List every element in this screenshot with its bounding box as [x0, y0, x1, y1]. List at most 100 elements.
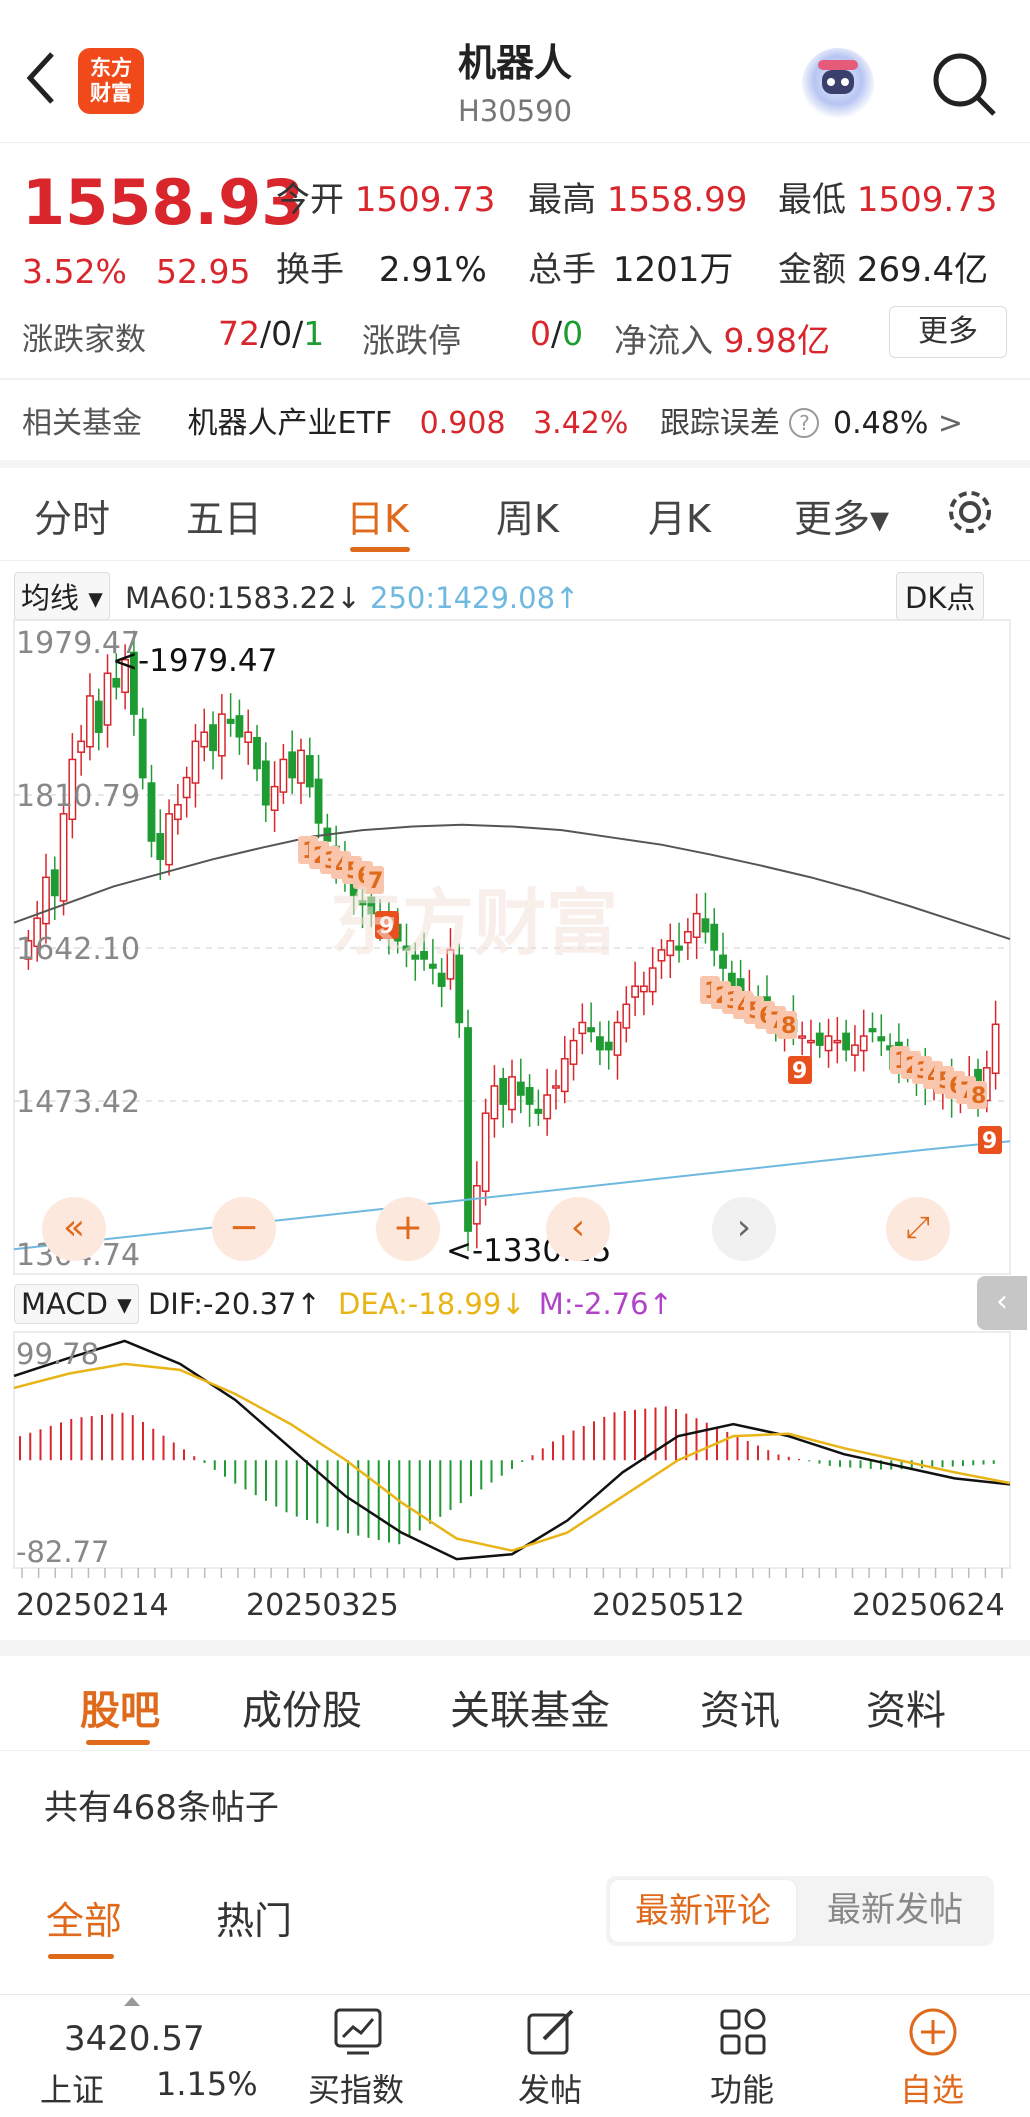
limit-sep: / [551, 314, 563, 353]
tab-monthly-k[interactable]: 月K [648, 488, 711, 543]
candle [173, 804, 182, 821]
candle [719, 954, 727, 969]
compose-icon[interactable] [526, 2007, 576, 2057]
candlestick-chart[interactable]: 12345679123456789123456789 1979.471810.7… [0, 618, 1030, 1278]
candle [868, 1028, 877, 1033]
add-watchlist-icon[interactable] [908, 2007, 958, 2057]
breadth-up: 72 [218, 314, 260, 353]
fullscreen-icon[interactable]: ⤢ [886, 1197, 950, 1261]
expand-up-icon[interactable] [124, 1997, 140, 2006]
watchlist-button[interactable]: 自选 [900, 2065, 964, 2111]
candle [112, 677, 121, 688]
index-value[interactable]: 3420.57 [64, 2019, 205, 2059]
zoom-in-icon[interactable]: + [376, 1197, 440, 1261]
high-value: 1558.99 [606, 180, 748, 220]
tab-daily-k[interactable]: 日K [346, 488, 409, 543]
pan-left-fast-icon[interactable]: « [42, 1197, 106, 1261]
breadth-down: 1 [303, 314, 325, 353]
ma-select[interactable]: 均线 ▾ [14, 572, 110, 620]
assistant-avatar-icon[interactable] [802, 48, 874, 120]
chevron-right-icon[interactable]: > [938, 406, 963, 441]
related-fund-row[interactable]: 相关基金 机器人产业ETF 0.908 3.42% 跟踪误差 ? 0.48% > [22, 398, 963, 442]
candle [86, 695, 94, 748]
tab-guba[interactable]: 股吧 [80, 1678, 160, 1736]
amount-label: 金额 [778, 250, 846, 290]
settings-gear-icon[interactable] [944, 486, 996, 538]
candle [226, 718, 235, 724]
candle [877, 1036, 886, 1042]
macd-ymin: -82.77 [16, 1535, 110, 1569]
candle [578, 1021, 587, 1035]
dk-point-toggle[interactable]: DK点 [896, 572, 985, 620]
buy-index-button[interactable]: 买指数 [308, 2065, 404, 2111]
candle [991, 1023, 1000, 1075]
pan-right-icon[interactable]: › [712, 1197, 776, 1261]
high-price-annotation: <-1979.47 [112, 643, 277, 679]
x-tick-label: 20250214 [16, 1588, 169, 1623]
candle [648, 967, 657, 993]
candle [94, 700, 103, 733]
candle [499, 1077, 508, 1105]
y-tick-label: 1810.79 [16, 779, 140, 814]
candle [613, 1021, 622, 1056]
zoom-out-icon[interactable]: − [212, 1197, 276, 1261]
breadth-sep: / [260, 314, 272, 353]
breadth-label: 涨跌家数 [22, 322, 146, 358]
tab-five-day[interactable]: 五日 [186, 488, 262, 543]
candle [560, 1058, 569, 1093]
trend-chart-icon[interactable] [333, 2007, 383, 2057]
section-gap [0, 1640, 1030, 1656]
tab-weekly-k[interactable]: 周K [496, 488, 559, 543]
filter-hot[interactable]: 热门 [216, 1890, 292, 1945]
dk-marker-label: 9 [982, 1129, 997, 1154]
tab-news[interactable]: 资讯 [700, 1678, 780, 1736]
candle [235, 715, 244, 738]
post-count: 共有468条帖子 [44, 1788, 279, 1828]
candle [516, 1081, 525, 1096]
macd-ymax: 99.78 [16, 1337, 99, 1371]
tab-constituents[interactable]: 成份股 [242, 1678, 362, 1736]
candle [77, 740, 86, 753]
candle [455, 954, 464, 1024]
change-pct: 3.52% [22, 252, 127, 291]
search-icon[interactable] [928, 48, 1000, 120]
tab-related-funds[interactable]: 关联基金 [450, 1678, 610, 1736]
candle [596, 1036, 604, 1051]
sort-latest-post-button[interactable]: 最新发帖 [800, 1879, 990, 1943]
watermark-logo: 东方财富 [330, 881, 618, 965]
filter-all[interactable]: 全部 [46, 1890, 122, 1945]
candle [42, 876, 50, 925]
candle [815, 1032, 824, 1046]
fund-name: 机器人产业ETF [187, 406, 393, 441]
more-button[interactable]: 更多 [889, 306, 1007, 358]
candle [314, 778, 323, 824]
function-button[interactable]: 功能 [710, 2065, 774, 2111]
candle [851, 1044, 859, 1056]
collapse-panel-icon[interactable]: ‹ [977, 1276, 1027, 1330]
help-icon[interactable]: ? [789, 408, 820, 438]
candle [490, 1085, 499, 1120]
fund-price: 0.908 [419, 406, 506, 441]
grid-function-icon[interactable] [718, 2007, 768, 2057]
candle [288, 751, 297, 779]
tab-intraday[interactable]: 分时 [34, 488, 110, 543]
post-button[interactable]: 发帖 [518, 2065, 582, 2111]
tab-profile[interactable]: 资料 [866, 1678, 946, 1736]
candle [261, 760, 270, 806]
pan-left-icon[interactable]: ‹ [546, 1197, 610, 1261]
macd-chart[interactable]: 99.78 -82.77 [0, 1330, 1030, 1580]
x-tick-label: 20250512 [592, 1588, 745, 1623]
sort-latest-comment-button[interactable]: 最新评论 [609, 1879, 797, 1943]
candle [209, 724, 217, 752]
candle [244, 731, 253, 743]
macd-select[interactable]: MACD ▾ [14, 1284, 139, 1324]
candle [657, 949, 666, 962]
limit-up: 0 [530, 314, 551, 353]
candle [534, 1108, 543, 1114]
candle [683, 931, 692, 944]
candle [508, 1076, 516, 1111]
candle [710, 923, 719, 951]
tracking-error-label: 跟踪误差 [659, 406, 780, 441]
tab-more[interactable]: 更多▾ [794, 488, 889, 543]
candle [842, 1032, 851, 1051]
